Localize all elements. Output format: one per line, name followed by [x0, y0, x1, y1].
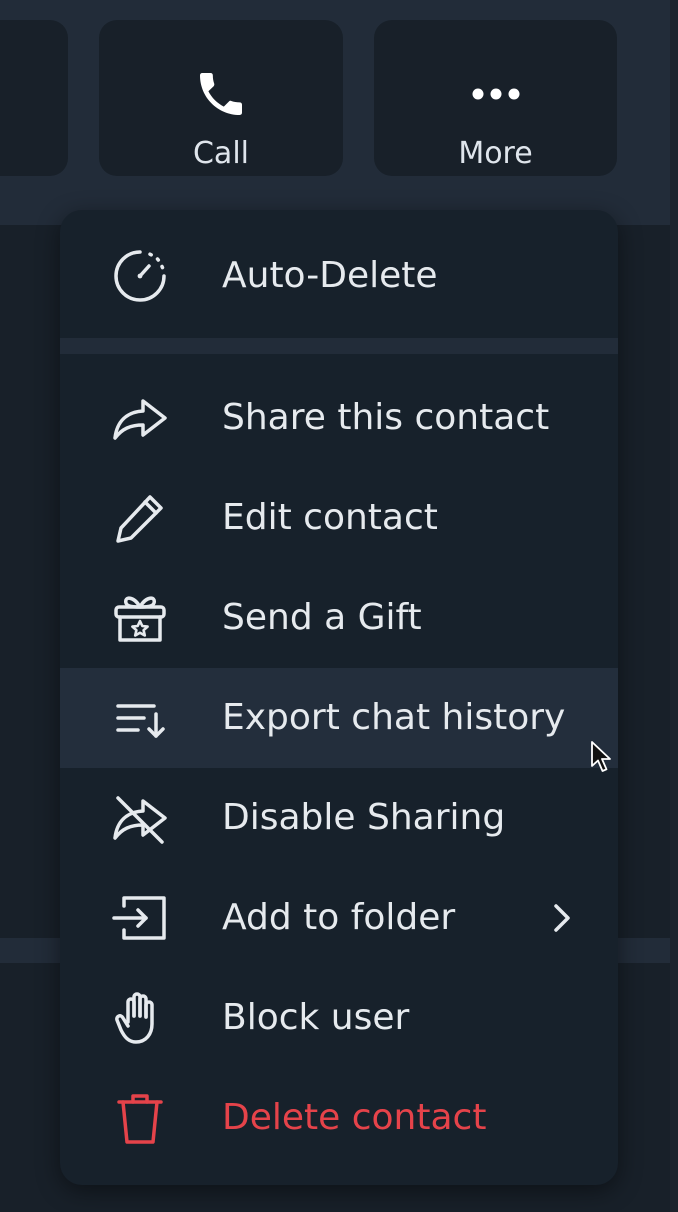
menu-item-label: Export chat history	[222, 697, 566, 738]
partial-action-button[interactable]	[0, 20, 68, 176]
menu-item-block-user[interactable]: Block user	[60, 968, 618, 1068]
phone-icon	[99, 66, 343, 122]
export-icon	[110, 688, 170, 748]
chevron-right-icon	[550, 900, 574, 936]
hand-icon	[110, 988, 170, 1048]
menu-item-share-contact[interactable]: Share this contact	[60, 368, 618, 468]
menu-item-label: Edit contact	[222, 497, 438, 538]
trash-icon	[110, 1088, 170, 1148]
gift-icon	[110, 588, 170, 648]
mouse-cursor-icon	[590, 740, 614, 774]
share-off-icon	[110, 788, 170, 848]
menu-item-label: Block user	[222, 997, 410, 1038]
menu-item-add-to-folder[interactable]: Add to folder	[60, 868, 618, 968]
call-label: Call	[192, 136, 249, 171]
scrollbar-track	[670, 0, 678, 1212]
context-menu: Auto-Delete Share this contact Edit cont…	[60, 210, 618, 1185]
menu-item-send-gift[interactable]: Send a Gift	[60, 568, 618, 668]
menu-item-label: Delete contact	[222, 1097, 487, 1138]
menu-item-label: Add to folder	[222, 897, 456, 938]
more-button[interactable]: More	[374, 20, 617, 176]
more-label: More	[458, 136, 533, 171]
menu-item-label: Disable Sharing	[222, 797, 506, 838]
menu-item-export-chat[interactable]: Export chat history	[60, 668, 618, 768]
folder-add-icon	[110, 888, 170, 948]
more-dots-icon	[374, 66, 617, 122]
call-button[interactable]: Call	[99, 20, 343, 176]
menu-divider	[60, 338, 618, 354]
timer-icon	[110, 246, 170, 306]
menu-item-label: Share this contact	[222, 397, 550, 438]
share-icon	[110, 388, 170, 448]
menu-item-label: Send a Gift	[222, 597, 422, 638]
menu-item-auto-delete[interactable]: Auto-Delete	[60, 226, 618, 326]
menu-item-delete-contact[interactable]: Delete contact	[60, 1068, 618, 1168]
menu-item-label: Auto-Delete	[222, 255, 438, 296]
menu-item-disable-sharing[interactable]: Disable Sharing	[60, 768, 618, 868]
pencil-icon	[110, 488, 170, 548]
menu-item-edit-contact[interactable]: Edit contact	[60, 468, 618, 568]
